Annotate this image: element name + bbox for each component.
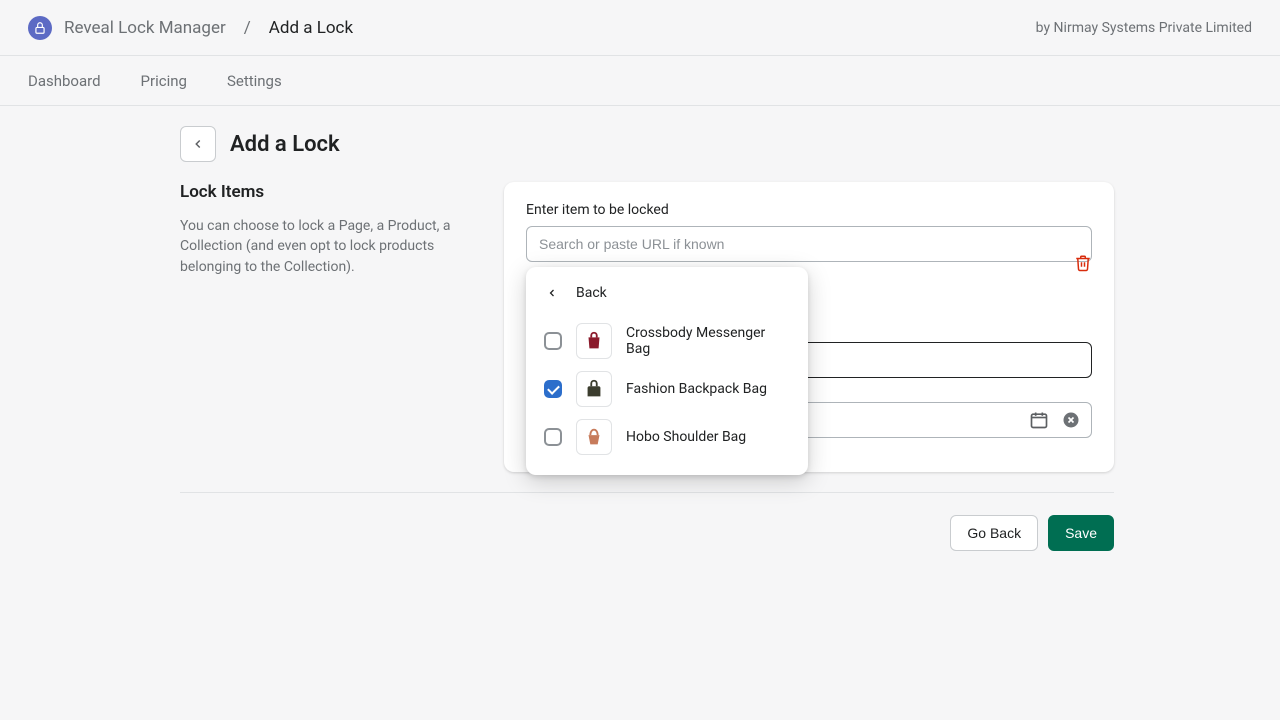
chevron-left-icon: [546, 287, 558, 299]
picker-option[interactable]: Hobo Shoulder Bag: [542, 413, 792, 461]
checkbox[interactable]: [544, 428, 562, 446]
page-title: Add a Lock: [230, 132, 340, 157]
product-thumb: [576, 371, 612, 407]
nav-tabs: Dashboard Pricing Settings: [0, 56, 1280, 106]
delete-button[interactable]: [1074, 254, 1092, 272]
form-footer: Go Back Save: [180, 492, 1114, 551]
item-picker-popover: Back Crossbody Messenger Bag Fashion Bac…: [526, 267, 808, 475]
option-label: Crossbody Messenger Bag: [626, 325, 790, 357]
product-thumb: [576, 419, 612, 455]
tab-settings[interactable]: Settings: [227, 72, 282, 90]
clear-date-button[interactable]: [1061, 410, 1081, 430]
side-info: Lock Items You can choose to lock a Page…: [180, 182, 480, 277]
lock-form-card: Enter item to be locked S E Back: [504, 182, 1114, 472]
breadcrumb-separator: /: [244, 18, 251, 38]
search-label: Enter item to be locked: [526, 202, 1092, 218]
breadcrumb-current: Add a Lock: [269, 18, 353, 38]
popover-back-label: Back: [576, 285, 607, 301]
popover-back-button[interactable]: Back: [542, 285, 792, 301]
chevron-left-icon: [191, 137, 205, 151]
page-back-button[interactable]: [180, 126, 216, 162]
app-lock-icon: [28, 16, 52, 40]
side-heading: Lock Items: [180, 182, 480, 202]
save-button[interactable]: Save: [1048, 515, 1114, 551]
picker-option[interactable]: Crossbody Messenger Bag: [542, 317, 792, 365]
trash-icon: [1074, 254, 1092, 272]
checkbox[interactable]: [544, 380, 562, 398]
breadcrumb-root[interactable]: Reveal Lock Manager: [64, 18, 226, 38]
top-bar: Reveal Lock Manager / Add a Lock by Nirm…: [0, 0, 1280, 56]
byline: by Nirmay Systems Private Limited: [1036, 20, 1252, 36]
tab-dashboard[interactable]: Dashboard: [28, 72, 101, 90]
checkbox[interactable]: [544, 332, 562, 350]
clear-icon: [1061, 410, 1081, 430]
picker-option[interactable]: Fashion Backpack Bag: [542, 365, 792, 413]
search-input[interactable]: [526, 226, 1092, 262]
option-label: Fashion Backpack Bag: [626, 381, 767, 397]
product-thumb: [576, 323, 612, 359]
tab-pricing[interactable]: Pricing: [141, 72, 187, 90]
breadcrumb: Reveal Lock Manager / Add a Lock: [28, 16, 353, 40]
go-back-button[interactable]: Go Back: [950, 515, 1038, 551]
calendar-icon: [1029, 410, 1049, 430]
option-label: Hobo Shoulder Bag: [626, 429, 746, 445]
side-description: You can choose to lock a Page, a Product…: [180, 216, 480, 277]
